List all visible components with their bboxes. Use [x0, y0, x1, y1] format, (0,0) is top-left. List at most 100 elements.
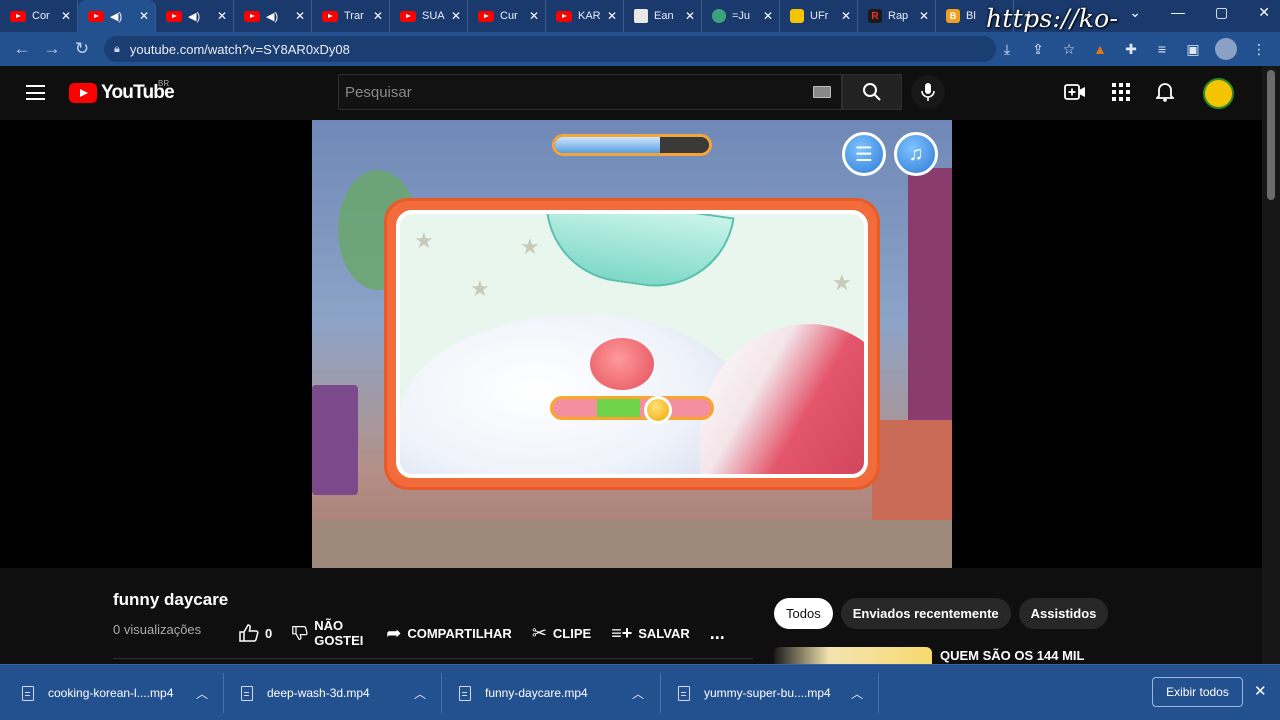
- tab-3[interactable]: ◀) ✕: [156, 0, 234, 32]
- user-avatar[interactable]: [1203, 78, 1234, 109]
- reload-icon[interactable]: ↻: [67, 39, 97, 59]
- show-all-downloads-button[interactable]: Exibir todos: [1152, 677, 1243, 707]
- close-tab-icon[interactable]: ✕: [607, 9, 617, 23]
- close-tab-icon[interactable]: ✕: [529, 9, 539, 23]
- youtube-logo[interactable]: YouTube BR: [69, 79, 175, 104]
- hamburger-menu-icon[interactable]: [26, 85, 45, 100]
- notifications-bell-icon[interactable]: [1156, 82, 1174, 102]
- more-actions-button[interactable]: ...: [710, 623, 725, 644]
- file-icon: [459, 685, 471, 701]
- extensions-area: ⤓ ⇪ ☆ ▲ ✚ ≡ ▣ ⋮: [998, 38, 1268, 60]
- chevron-up-icon[interactable]: ︿: [196, 685, 208, 702]
- tab-9[interactable]: Ean ✕: [624, 0, 702, 32]
- apps-grid-icon[interactable]: [1112, 83, 1130, 101]
- timing-meter: [550, 396, 714, 420]
- divider: [223, 673, 224, 713]
- speaker-icon[interactable]: ◀): [188, 10, 200, 23]
- metamask-fox-icon[interactable]: ▲: [1091, 41, 1109, 57]
- tab-2[interactable]: ◀) ✕: [78, 0, 156, 32]
- tab-7[interactable]: Cur ✕: [468, 0, 546, 32]
- close-tab-icon[interactable]: ✕: [685, 9, 695, 23]
- youtube-icon: [556, 10, 572, 22]
- media-control-icon[interactable]: ≡: [1153, 41, 1171, 57]
- tab-8[interactable]: KAR ✕: [546, 0, 624, 32]
- red-striped-sock: [700, 324, 864, 474]
- share-button[interactable]: ➦ COMPARTILHAR: [386, 623, 512, 644]
- dislike-button[interactable]: NÃO GOSTEI: [292, 618, 366, 648]
- lock-icon[interactable]: 🔒︎: [114, 43, 120, 56]
- thumbs-up-icon: [239, 624, 259, 642]
- chevron-up-icon[interactable]: ︿: [414, 685, 426, 702]
- video-frame-game[interactable]: ☰ ♫ ★ ★ ★ ★ ★: [312, 120, 952, 568]
- list-menu-icon[interactable]: ☰: [842, 132, 886, 176]
- profile-avatar[interactable]: [1215, 38, 1237, 60]
- save-button[interactable]: ≡+ SALVAR: [611, 623, 690, 644]
- divider: [878, 673, 879, 713]
- download-item[interactable]: yummy-super-bu....mp4 ︿: [678, 673, 863, 713]
- chip-watched[interactable]: Assistidos: [1018, 598, 1109, 629]
- close-tab-icon[interactable]: ✕: [295, 9, 305, 23]
- chevron-up-icon[interactable]: ︿: [632, 685, 644, 702]
- scrollbar-thumb[interactable]: [1267, 70, 1275, 200]
- wash-panel: ★ ★ ★ ★ ★: [384, 198, 880, 490]
- bookmark-star-icon[interactable]: ☆: [1060, 41, 1078, 58]
- tab-4[interactable]: ◀) ✕: [234, 0, 312, 32]
- tab-6[interactable]: SUA ✕: [390, 0, 468, 32]
- close-tab-icon[interactable]: ✕: [919, 9, 929, 23]
- background-bucket: [312, 385, 358, 495]
- close-tab-icon[interactable]: ✕: [61, 9, 71, 23]
- chevron-up-icon[interactable]: ︿: [851, 685, 863, 702]
- voice-search-button[interactable]: [911, 75, 945, 109]
- close-tab-icon[interactable]: ✕: [139, 9, 149, 23]
- close-tab-icon[interactable]: ✕: [217, 9, 227, 23]
- share-icon[interactable]: ⇪: [1029, 41, 1047, 58]
- header-actions: [1064, 82, 1174, 102]
- chip-all[interactable]: Todos: [774, 598, 833, 629]
- music-note-icon[interactable]: ♫: [894, 132, 938, 176]
- speaker-icon[interactable]: ◀): [266, 10, 278, 23]
- tab-5[interactable]: Trar ✕: [312, 0, 390, 32]
- install-icon[interactable]: ⤓: [998, 41, 1016, 58]
- like-button[interactable]: 0: [239, 624, 272, 642]
- close-tab-icon[interactable]: ✕: [841, 9, 851, 23]
- downloads-bar: cooking-korean-l....mp4 ︿ deep-wash-3d.mp…: [0, 664, 1280, 720]
- download-filename: deep-wash-3d.mp4: [267, 686, 370, 700]
- dislike-label: NÃO GOSTEI: [314, 618, 364, 648]
- red-stain: [590, 338, 654, 390]
- keyboard-icon[interactable]: [813, 86, 831, 98]
- download-filename: funny-daycare.mp4: [485, 686, 588, 700]
- close-downloads-icon[interactable]: ✕: [1254, 682, 1267, 700]
- download-filename: cooking-korean-l....mp4: [48, 686, 174, 700]
- scissors-icon: ✂: [531, 622, 547, 643]
- tab-12[interactable]: R Rap ✕: [858, 0, 936, 32]
- puzzle-extensions-icon[interactable]: ✚: [1122, 41, 1140, 58]
- file-icon: [241, 685, 253, 701]
- download-item[interactable]: deep-wash-3d.mp4 ︿: [241, 673, 426, 713]
- kebab-menu-icon[interactable]: ⋮: [1250, 41, 1268, 58]
- game-progress-bar: [552, 134, 712, 156]
- create-video-icon[interactable]: [1064, 83, 1086, 101]
- address-bar[interactable]: 🔒︎ youtube.com/watch?v=SY8AR0xDy08: [104, 36, 996, 62]
- recommended-video-title[interactable]: QUEM SÃO OS 144 MIL: [940, 648, 1084, 663]
- close-tab-icon[interactable]: ✕: [763, 9, 773, 23]
- chip-recently-uploaded[interactable]: Enviados recentemente: [840, 598, 1011, 629]
- like-count: 0: [265, 625, 273, 641]
- clip-button[interactable]: ✂ CLIPE: [532, 623, 591, 644]
- tab-1[interactable]: Cor ✕: [0, 0, 78, 32]
- back-arrow-icon[interactable]: ←: [7, 39, 37, 59]
- youtube-header: YouTube BR: [0, 66, 1262, 120]
- download-item[interactable]: funny-daycare.mp4 ︿: [459, 673, 644, 713]
- download-item[interactable]: cooking-korean-l....mp4 ︿: [22, 673, 208, 713]
- forward-arrow-icon[interactable]: →: [37, 39, 67, 59]
- side-panel-icon[interactable]: ▣: [1184, 41, 1202, 58]
- download-filename: yummy-super-bu....mp4: [704, 686, 831, 700]
- youtube-icon: [244, 10, 260, 22]
- tab-10[interactable]: =Ju ✕: [702, 0, 780, 32]
- close-tab-icon[interactable]: ✕: [451, 9, 461, 23]
- tab-11[interactable]: UFr ✕: [780, 0, 858, 32]
- divider: [660, 673, 661, 713]
- close-tab-icon[interactable]: ✕: [373, 9, 383, 23]
- search-input[interactable]: [345, 83, 785, 101]
- speaker-icon[interactable]: ◀): [110, 10, 122, 23]
- search-button[interactable]: [842, 74, 902, 110]
